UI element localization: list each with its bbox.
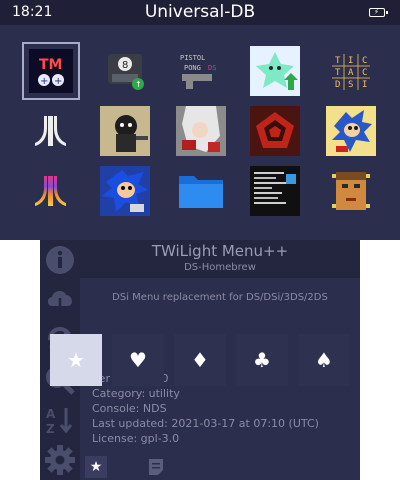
atari-logo-icon bbox=[26, 106, 76, 156]
grid-item-atari[interactable] bbox=[26, 106, 76, 156]
grid-item-green-star[interactable] bbox=[250, 46, 300, 96]
svg-text:+: + bbox=[40, 76, 48, 87]
svg-text:DS: DS bbox=[208, 64, 216, 72]
svg-text:↑: ↑ bbox=[135, 80, 142, 89]
app-name: TWiLight Menu++ bbox=[151, 242, 289, 260]
download-cloud-icon[interactable] bbox=[44, 284, 76, 316]
gorillaz-artwork-icon bbox=[100, 106, 150, 156]
battery-charging-icon: ⚡ bbox=[369, 8, 388, 17]
grid-item-tm-app[interactable]: TM + + bbox=[22, 42, 80, 100]
svg-text:I: I bbox=[348, 56, 353, 66]
svg-text:8: 8 bbox=[122, 60, 128, 71]
red-pentagon-icon bbox=[250, 106, 300, 156]
grid-item-folder[interactable] bbox=[176, 166, 226, 216]
svg-text:S: S bbox=[348, 80, 353, 90]
grid-item-atari-rainbow[interactable] bbox=[26, 166, 76, 216]
svg-text:+: + bbox=[54, 76, 62, 87]
svg-text:T: T bbox=[335, 68, 341, 78]
app-author: DS-Homebrew bbox=[184, 262, 256, 273]
grid-item-tic-tac-dsi[interactable]: T I C T A C D S I bbox=[326, 46, 376, 96]
bottom-screen: A Z TWiLight Menu++ DS-Homebrew DSi Menu… bbox=[40, 240, 360, 480]
terminal-screenshot-icon bbox=[250, 166, 300, 216]
app-console: Console: NDS bbox=[92, 402, 167, 415]
status-bar: 18:21 Universal-DB ⚡ bbox=[0, 0, 400, 25]
mark-spade-button[interactable]: ♠ bbox=[298, 334, 350, 386]
folder-icon bbox=[176, 166, 226, 216]
svg-text:A: A bbox=[348, 68, 354, 78]
grid-item-gorillaz[interactable] bbox=[100, 106, 150, 156]
anime-character-icon bbox=[176, 106, 226, 156]
app-license: License: gpl-3.0 bbox=[92, 432, 180, 445]
grid-item-sonic[interactable] bbox=[326, 106, 376, 156]
grid-item-doom[interactable] bbox=[326, 166, 376, 216]
svg-text:D: D bbox=[335, 80, 340, 90]
svg-text:A: A bbox=[46, 407, 56, 421]
doom-face-icon bbox=[326, 166, 376, 216]
store-title: Universal-DB bbox=[144, 2, 256, 22]
green-star-ghost-icon bbox=[250, 46, 300, 96]
svg-text:PONG: PONG bbox=[184, 64, 201, 72]
grid-item-pentagon[interactable] bbox=[250, 106, 300, 156]
atari-rainbow-logo-icon bbox=[26, 166, 76, 216]
svg-text:PISTOL: PISTOL bbox=[180, 54, 205, 62]
sort-az-icon[interactable]: A Z bbox=[44, 404, 76, 436]
floppy-disk-icon: 8 ↑ bbox=[100, 46, 150, 96]
mark-diamond-button[interactable]: ♦ bbox=[174, 334, 226, 386]
tm-app-icon: TM + + bbox=[29, 49, 73, 93]
mark-club-button[interactable]: ♣ bbox=[236, 334, 288, 386]
svg-text:T: T bbox=[335, 56, 341, 66]
grid-item-devil-hunter[interactable] bbox=[176, 106, 226, 156]
app-category: Category: utility bbox=[92, 387, 180, 400]
svg-text:C: C bbox=[362, 56, 367, 66]
notes-icon[interactable] bbox=[148, 458, 164, 476]
top-screen: 18:21 Universal-DB ⚡ TM + + 8 ↑ PISTOL P… bbox=[0, 0, 400, 240]
grid-item-save-manager[interactable]: 8 ↑ bbox=[100, 46, 150, 96]
mark-star-button[interactable]: ★ bbox=[50, 334, 102, 386]
sonic-modern-icon bbox=[100, 166, 150, 216]
tab-star[interactable]: ★ bbox=[85, 456, 107, 478]
svg-text:I: I bbox=[362, 80, 367, 90]
sonic-icon bbox=[326, 106, 376, 156]
settings-gear-icon[interactable] bbox=[44, 444, 76, 476]
tm-letters: TM bbox=[39, 57, 62, 73]
pistol-pong-icon: PISTOL PONG DS bbox=[176, 46, 226, 96]
mark-heart-button[interactable]: ♥ bbox=[112, 334, 164, 386]
svg-text:Z: Z bbox=[46, 422, 55, 436]
svg-text:C: C bbox=[362, 68, 367, 78]
grid-item-terminal[interactable] bbox=[250, 166, 300, 216]
grid-item-pistol-pong[interactable]: PISTOL PONG DS bbox=[176, 46, 226, 96]
app-description: DSi Menu replacement for DS/DSi/3DS/2DS bbox=[112, 292, 328, 303]
info-icon[interactable] bbox=[44, 244, 76, 276]
grid-item-sonic-modern[interactable] bbox=[100, 166, 150, 216]
tic-tac-dsi-icon: T I C T A C D S I bbox=[326, 46, 376, 96]
app-last-updated: Last updated: 2021-03-17 at 07:10 (UTC) bbox=[92, 417, 319, 430]
